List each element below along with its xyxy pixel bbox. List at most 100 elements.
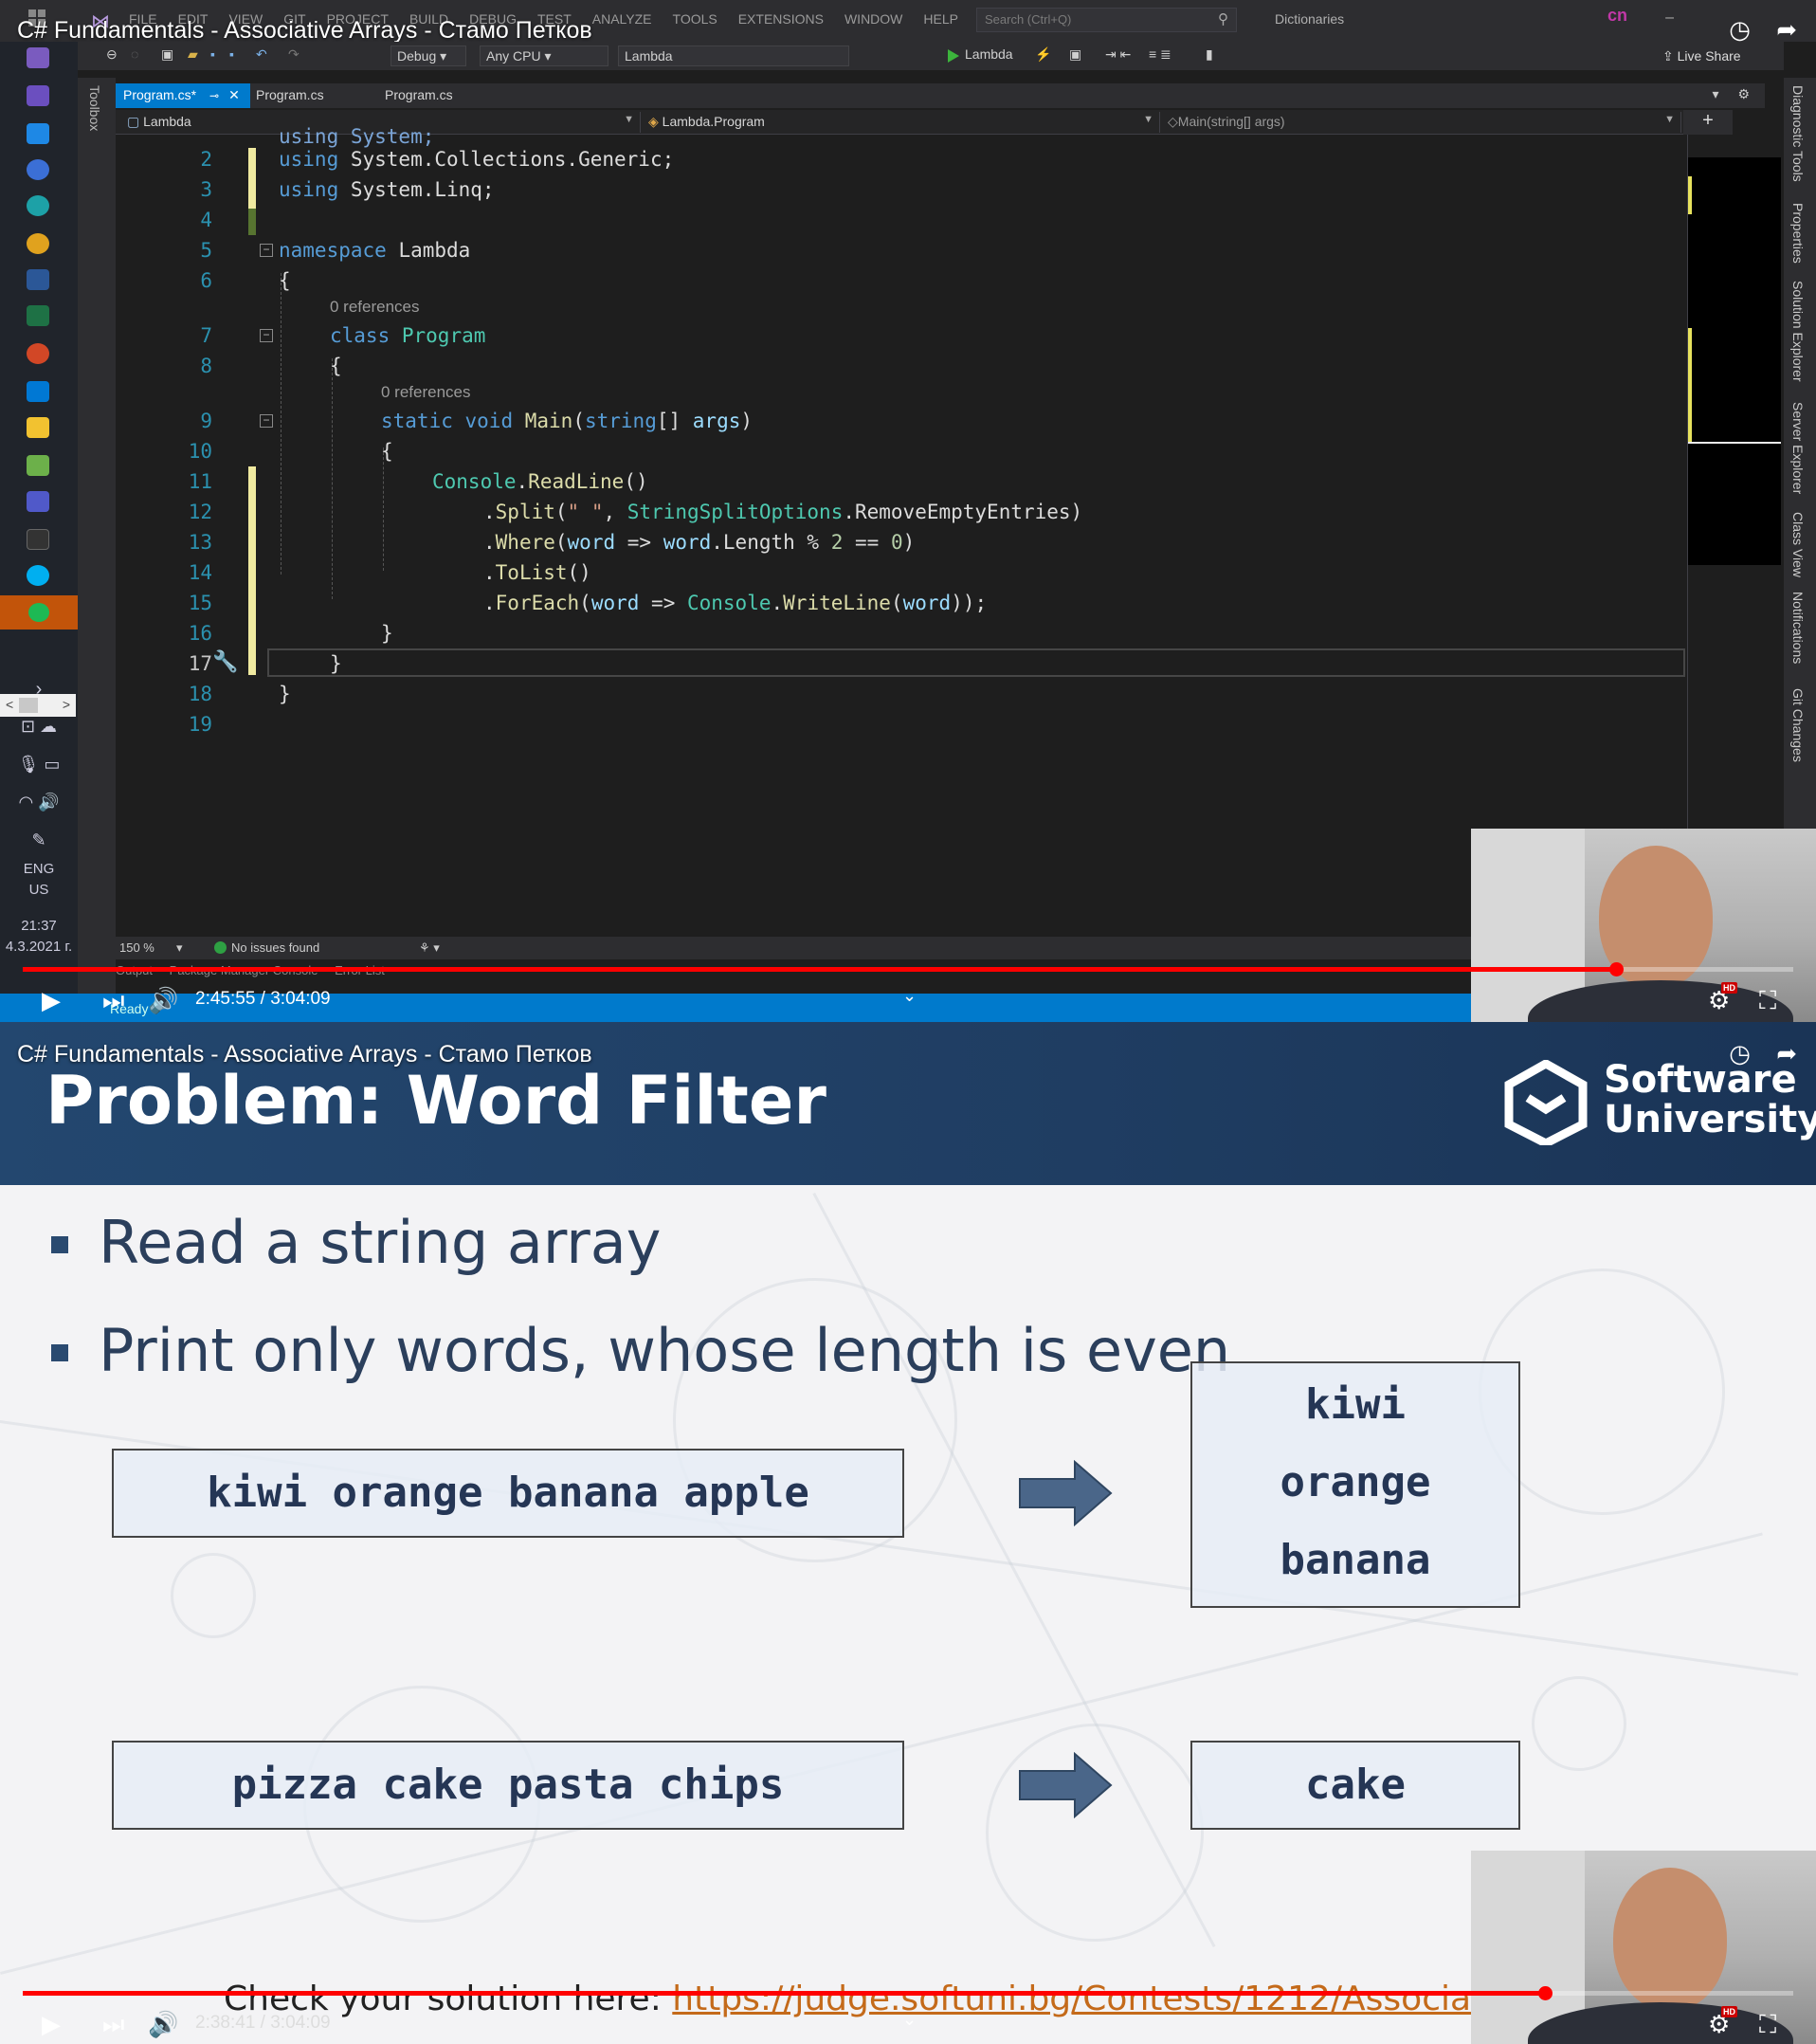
save-all-icon[interactable]: ▪ xyxy=(229,46,234,62)
edge-app-icon[interactable] xyxy=(27,195,49,216)
comment-icon[interactable]: ≡ ≣ xyxy=(1149,46,1171,63)
server-explorer-tab[interactable]: Server Explorer xyxy=(1790,402,1806,494)
zoom-dropdown-icon[interactable]: ▾ xyxy=(176,940,183,956)
new-item-icon[interactable]: ▣ xyxy=(161,46,173,63)
tray-icons-row1[interactable]: ⊡ ☁ xyxy=(0,717,78,737)
clock-time[interactable]: 21:37 xyxy=(0,918,78,934)
play-icon[interactable]: ▶ xyxy=(42,986,61,1015)
tab-program-cs-2[interactable]: Program.cs xyxy=(248,83,362,108)
redo-icon[interactable]: ↷ xyxy=(288,46,300,63)
member-dropdown[interactable]: ◇Main(string[] args) ▼ xyxy=(1162,112,1681,133)
watch-later-icon[interactable]: ◷ xyxy=(1729,15,1751,44)
terminal-app-icon[interactable] xyxy=(27,529,49,550)
class-view-tab[interactable]: Class View xyxy=(1790,512,1806,577)
chrome-app-icon[interactable] xyxy=(27,233,49,254)
volume-icon[interactable]: 🔊 xyxy=(148,2010,178,2039)
solution-explorer-tab[interactable]: Solution Explorer xyxy=(1790,281,1806,382)
chevron-down-icon[interactable]: ⌄ xyxy=(902,2010,917,2030)
menu-window[interactable]: WINDOW xyxy=(844,11,902,27)
quick-actions-icon[interactable]: 🔧 xyxy=(212,649,239,674)
spotify-app-icon[interactable] xyxy=(0,595,78,630)
window-controls[interactable]: – xyxy=(1665,9,1712,27)
toolbox-tab[interactable]: Toolbox xyxy=(87,85,102,131)
undo-icon[interactable]: ↶ xyxy=(256,46,267,63)
notifications-tab[interactable]: Notifications xyxy=(1790,592,1806,664)
next-icon[interactable]: ⏭ xyxy=(102,2010,124,2040)
video-progress-bar[interactable] xyxy=(23,962,1793,976)
pin-icon[interactable]: ⊸ xyxy=(209,89,219,102)
notepad-app-icon[interactable] xyxy=(27,455,49,476)
vs2019-app-icon[interactable] xyxy=(27,85,49,106)
diagnostic-icon[interactable]: ▣ xyxy=(1069,46,1081,63)
class-dropdown[interactable]: ◈ Lambda.Program ▼ xyxy=(643,112,1160,133)
excel-app-icon[interactable] xyxy=(27,305,49,326)
back-icon[interactable]: ⊖ xyxy=(106,46,118,63)
chevron-down-icon[interactable]: ⌄ xyxy=(902,986,917,1006)
live-share-button[interactable]: ⇪ Live Share xyxy=(1662,48,1741,64)
explorer-app-icon[interactable] xyxy=(27,417,49,438)
startup-project-dropdown[interactable]: Lambda xyxy=(618,46,849,66)
hot-reload-icon[interactable]: ⚡ xyxy=(1035,46,1051,63)
save-icon[interactable]: ▪ xyxy=(210,46,215,62)
outlook-app-icon[interactable] xyxy=(27,381,49,402)
skype-app-icon[interactable] xyxy=(27,565,49,586)
video-title[interactable]: C# Fundamentals - Associative Arrays - С… xyxy=(17,17,592,45)
video-title[interactable]: C# Fundamentals - Associative Arrays - С… xyxy=(17,1041,592,1068)
tab-overflow-icons[interactable]: ▾ ⚙ xyxy=(1713,86,1757,102)
exit-fullscreen-icon[interactable]: ⛶ xyxy=(1759,2010,1776,2040)
tray-expand-icon[interactable]: › xyxy=(0,679,78,701)
properties-tab[interactable]: Properties xyxy=(1790,203,1806,264)
browser-app-icon[interactable] xyxy=(27,159,49,180)
open-icon[interactable]: ▰ xyxy=(188,46,198,63)
platform-dropdown[interactable]: Any CPU ▾ xyxy=(480,46,608,66)
next-icon[interactable]: ⏭ xyxy=(102,986,124,1016)
collapse-icon[interactable]: − xyxy=(260,329,273,342)
vscode-app-icon[interactable] xyxy=(27,123,49,144)
teams-app-icon[interactable] xyxy=(27,491,49,512)
watch-later-icon[interactable]: ◷ xyxy=(1729,1039,1751,1068)
menu-help[interactable]: HELP xyxy=(923,11,958,27)
video-progress-bar[interactable] xyxy=(23,1986,1793,2000)
tray-icons-row3[interactable]: ◠ 🔊 xyxy=(0,793,78,812)
volume-icon[interactable]: 🔊 xyxy=(148,986,178,1015)
code-editor[interactable]: − − − 🔧 using System; 2 using System.Col… xyxy=(116,125,1687,937)
zoom-level[interactable]: 150 % xyxy=(119,940,154,955)
scrubber-handle[interactable] xyxy=(1609,962,1624,976)
play-icon[interactable]: ▶ xyxy=(42,2010,61,2039)
menu-analyze[interactable]: ANALYZE xyxy=(592,11,652,27)
codelens-references[interactable]: 0 references xyxy=(381,383,471,402)
close-icon[interactable]: ✕ xyxy=(228,87,240,102)
menu-tools[interactable]: TOOLS xyxy=(673,11,717,27)
collapse-icon[interactable]: − xyxy=(260,244,273,257)
issues-indicator[interactable]: No issues found xyxy=(214,940,319,955)
code-cleanup-icon[interactable]: ⚘ ▾ xyxy=(419,940,440,956)
config-dropdown[interactable]: Debug ▾ xyxy=(390,46,466,66)
word-app-icon[interactable] xyxy=(27,269,49,290)
minimap[interactable] xyxy=(1687,135,1782,937)
forward-icon[interactable]: ◌ xyxy=(131,46,138,62)
split-editor-button[interactable]: + xyxy=(1683,110,1733,135)
tray-icons-row2[interactable]: 🎙 ▭ xyxy=(0,755,78,775)
share-icon[interactable]: ➦ xyxy=(1776,1039,1797,1068)
collapse-icon[interactable]: − xyxy=(260,414,273,428)
git-changes-tab[interactable]: Git Changes xyxy=(1790,688,1806,762)
minimap-viewport[interactable] xyxy=(1688,157,1781,565)
run-icon[interactable] xyxy=(948,49,959,63)
tab-program-cs-active[interactable]: Program.cs* ⊸ ✕ xyxy=(116,83,250,108)
scrubber-handle[interactable] xyxy=(1538,1986,1553,2000)
run-button-label[interactable]: Lambda xyxy=(965,46,1013,62)
language-indicator[interactable]: ENG xyxy=(0,861,78,877)
codelens-references[interactable]: 0 references xyxy=(330,298,420,317)
share-icon[interactable]: ➦ xyxy=(1776,15,1797,44)
tab-program-cs-3[interactable]: Program.cs xyxy=(377,83,491,108)
menu-extensions[interactable]: EXTENSIONS xyxy=(738,11,824,27)
vs-app-icon[interactable] xyxy=(27,47,49,68)
pen-icon[interactable]: ✎ xyxy=(0,830,78,850)
exit-fullscreen-icon[interactable]: ⛶ xyxy=(1759,986,1776,1016)
diagnostic-tools-tab[interactable]: Diagnostic Tools xyxy=(1790,85,1806,182)
bookmark-icon[interactable]: ▮ xyxy=(1206,46,1213,63)
vs-search-box[interactable]: Search (Ctrl+Q) ⚲ xyxy=(976,8,1237,32)
format-icon[interactable]: ⇥ ⇤ xyxy=(1105,46,1131,63)
account-avatar[interactable]: cn xyxy=(1607,6,1634,30)
powerpoint-app-icon[interactable] xyxy=(27,343,49,364)
